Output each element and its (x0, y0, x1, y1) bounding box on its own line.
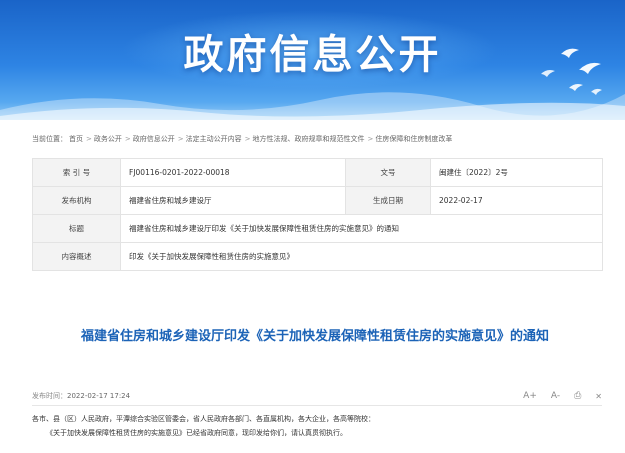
publish-time: 发布时间：2022-02-17 17:24 (32, 391, 130, 401)
generated-date-value: 2022-02-17 (430, 186, 603, 215)
breadcrumb-prefix: 当前位置： (32, 135, 67, 143)
index-number-value: FJ00116-0201-2022-00018 (120, 158, 346, 187)
doves-icon (541, 48, 602, 95)
breadcrumb-item-statutory-content[interactable]: 法定主动公开内容 (186, 135, 242, 143)
print-icon[interactable]: ⎙ (574, 391, 581, 401)
title-value: 福建省住房和城乡建设厅印发《关于加快发展保障性租赁住房的实施意见》的通知 (120, 214, 603, 243)
breadcrumb-item-housing[interactable]: 住房保障和住房制度改革 (375, 135, 452, 143)
breadcrumb-item-home[interactable]: 首页 (69, 135, 83, 143)
publish-time-value: 2022-02-17 17:24 (67, 392, 131, 400)
article-meta: 发布时间：2022-02-17 17:24 A+ A- ⎙ ✕ (32, 388, 602, 404)
table-row: 发布机构 福建省住房和城乡建设厅 生成日期 2022-02-17 (32, 186, 603, 215)
font-decrease-button[interactable]: A- (551, 391, 560, 401)
publisher-label: 发布机构 (32, 186, 121, 215)
table-row: 内容概述 印发《关于加快发展保障性租赁住房的实施意见》 (32, 242, 603, 271)
publisher-value: 福建省住房和城乡建设厅 (120, 186, 346, 215)
document-number-label: 文号 (345, 158, 431, 187)
title-label: 标题 (32, 214, 121, 243)
document-number-value: 闽建住〔2022〕2号 (430, 158, 603, 187)
index-number-label: 索 引 号 (32, 158, 121, 187)
document-info-table: 索 引 号 FJ00116-0201-2022-00018 文号 闽建住〔202… (32, 158, 603, 271)
article-body: 各市、县（区）人民政府，平潭综合实验区管委会，省人民政府各部门、各直属机构，各大… (32, 412, 602, 440)
breadcrumb-separator: > (124, 135, 131, 143)
table-row: 标题 福建省住房和城乡建设厅印发《关于加快发展保障性租赁住房的实施意见》的通知 (32, 214, 603, 243)
body-paragraph: 各市、县（区）人民政府，平潭综合实验区管委会，省人民政府各部门、各直属机构，各大… (32, 415, 375, 423)
header-banner: 政府信息公开 (0, 0, 625, 120)
breadcrumb-item-regulations[interactable]: 地方性法规、政府规章和规范性文件 (253, 135, 365, 143)
generated-date-label: 生成日期 (345, 186, 431, 215)
breadcrumb-item-info-disclosure[interactable]: 政府信息公开 (133, 135, 175, 143)
breadcrumb-item-gov-affairs[interactable]: 政务公开 (94, 135, 122, 143)
article-title: 福建省住房和城乡建设厅印发《关于加快发展保障性租赁住房的实施意见》的通知 (80, 329, 549, 344)
breadcrumb-separator: > (367, 135, 374, 143)
article-toolbar: A+ A- ⎙ ✕ (509, 388, 602, 404)
breadcrumb-separator: > (86, 135, 92, 143)
breadcrumb-separator: > (177, 135, 184, 143)
body-paragraph: 《关于加快发展保障性租赁住房的实施意见》已经省政府同意，现印发给你们，请认真贯彻… (46, 429, 347, 437)
publish-time-label: 发布时间： (32, 392, 67, 400)
summary-label: 内容概述 (32, 242, 121, 271)
breadcrumb: 当前位置： 首页 > 政务公开 > 政府信息公开 > 法定主动公开内容 > 地方性法规、政府规章和… (32, 134, 602, 144)
table-row: 索 引 号 FJ00116-0201-2022-00018 文号 闽建住〔202… (32, 158, 603, 187)
close-icon[interactable]: ✕ (595, 392, 602, 401)
divider (32, 405, 602, 406)
summary-value: 印发《关于加快发展保障性租赁住房的实施意见》 (120, 242, 603, 271)
breadcrumb-separator: > (244, 135, 251, 143)
font-increase-button[interactable]: A+ (523, 391, 537, 401)
